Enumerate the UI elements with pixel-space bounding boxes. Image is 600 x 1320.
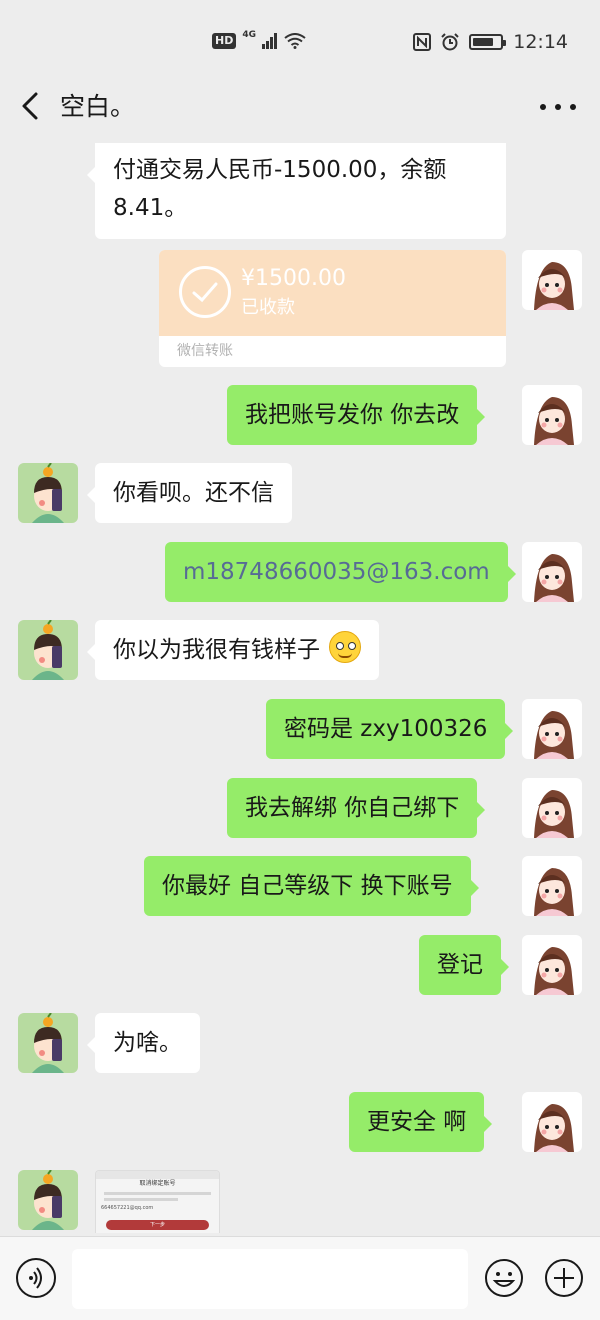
message-bubble-incoming[interactable]: 你看呗。还不信 (87, 463, 292, 523)
transfer-card[interactable]: ¥1500.00 已收款 微信转账 (159, 250, 506, 367)
message-text: 密码是 zxy100326 (284, 716, 488, 742)
message-text: 我把账号发你 你去改 (245, 402, 460, 428)
message-bubble-outgoing[interactable]: 更安全 啊 (349, 1092, 493, 1152)
message-text: 你以为我很有钱样子 (113, 637, 320, 663)
transfer-amount: ¥1500.00 (241, 266, 346, 291)
hd-icon: HD (212, 33, 237, 49)
contact-avatar[interactable] (18, 463, 78, 523)
chat-header: 空白。 (0, 70, 600, 144)
my-avatar[interactable] (522, 935, 582, 995)
message-text: 为啥。 (113, 1030, 182, 1056)
my-avatar[interactable] (522, 542, 582, 602)
message-text: 更安全 啊 (367, 1109, 467, 1135)
my-avatar[interactable] (522, 385, 582, 445)
message-bubble-outgoing[interactable]: m18748660035@163.com (165, 542, 516, 602)
plus-icon[interactable] (544, 1258, 584, 1298)
alarm-icon (441, 33, 459, 51)
message-text: 你看呗。还不信 (113, 480, 274, 506)
battery-icon (469, 34, 507, 50)
thumbnail-email: 664657221@qq.com (101, 1205, 154, 1211)
my-avatar[interactable] (522, 250, 582, 310)
system-indicators: 12:14 (413, 31, 568, 53)
more-icon[interactable] (540, 92, 576, 122)
check-icon (179, 266, 231, 318)
smirk-emoji-icon (329, 631, 362, 663)
transfer-status: 已收款 (241, 297, 295, 318)
message-bubble-outgoing[interactable]: 密码是 zxy100326 (266, 699, 514, 759)
signal-icon (262, 33, 277, 49)
input-bar (0, 1236, 600, 1320)
network-indicators: HD 4G (212, 30, 306, 49)
contact-avatar[interactable] (18, 620, 78, 680)
my-avatar[interactable] (522, 856, 582, 916)
voice-icon[interactable] (16, 1258, 56, 1298)
message-bubble-incoming[interactable]: 付通交易人民币-1500.00，余额8.41。 (87, 143, 506, 239)
message-input[interactable] (72, 1249, 468, 1309)
my-avatar[interactable] (522, 699, 582, 759)
wifi-icon (284, 33, 306, 49)
message-bubble-incoming[interactable]: 为啥。 (87, 1013, 200, 1073)
thumbnail-button: 下一步 (106, 1220, 209, 1230)
my-avatar[interactable] (522, 778, 582, 838)
nfc-icon (413, 33, 432, 51)
chat-title: 空白。 (60, 92, 136, 121)
email-link[interactable]: m18748660035@163.com (183, 559, 490, 585)
emoji-icon[interactable] (484, 1258, 524, 1298)
my-avatar[interactable] (522, 1092, 582, 1152)
network-type-label: 4G (242, 30, 256, 40)
back-icon[interactable] (14, 88, 48, 124)
message-bubble-outgoing[interactable]: 我去解绑 你自己绑下 (227, 778, 486, 838)
message-bubble-outgoing[interactable]: 登记 (419, 935, 509, 995)
message-bubble-outgoing[interactable]: 我把账号发你 你去改 (227, 385, 486, 445)
message-text: 登记 (437, 952, 483, 978)
contact-avatar[interactable] (18, 1013, 78, 1073)
transfer-label: 微信转账 (177, 343, 233, 359)
image-message-thumbnail[interactable]: 取消绑定账号 664657221@qq.com 下一步 (95, 1170, 220, 1233)
thumbnail-title: 取消绑定账号 (139, 1180, 176, 1187)
message-text: 你最好 自己等级下 换下账号 (162, 873, 453, 899)
message-text: 付通交易人民币-1500.00，余额8.41。 (113, 157, 447, 221)
message-bubble-incoming[interactable]: 你以为我很有钱样子 (86, 620, 380, 680)
message-list[interactable]: 付通交易人民币-1500.00，余额8.41。 ¥1500.00 已收款 微信转… (0, 143, 600, 1233)
message-bubble-outgoing[interactable]: 你最好 自己等级下 换下账号 (144, 856, 479, 916)
contact-avatar[interactable] (18, 1170, 78, 1230)
message-text: 我去解绑 你自己绑下 (245, 795, 460, 821)
clock: 12:14 (513, 31, 568, 53)
